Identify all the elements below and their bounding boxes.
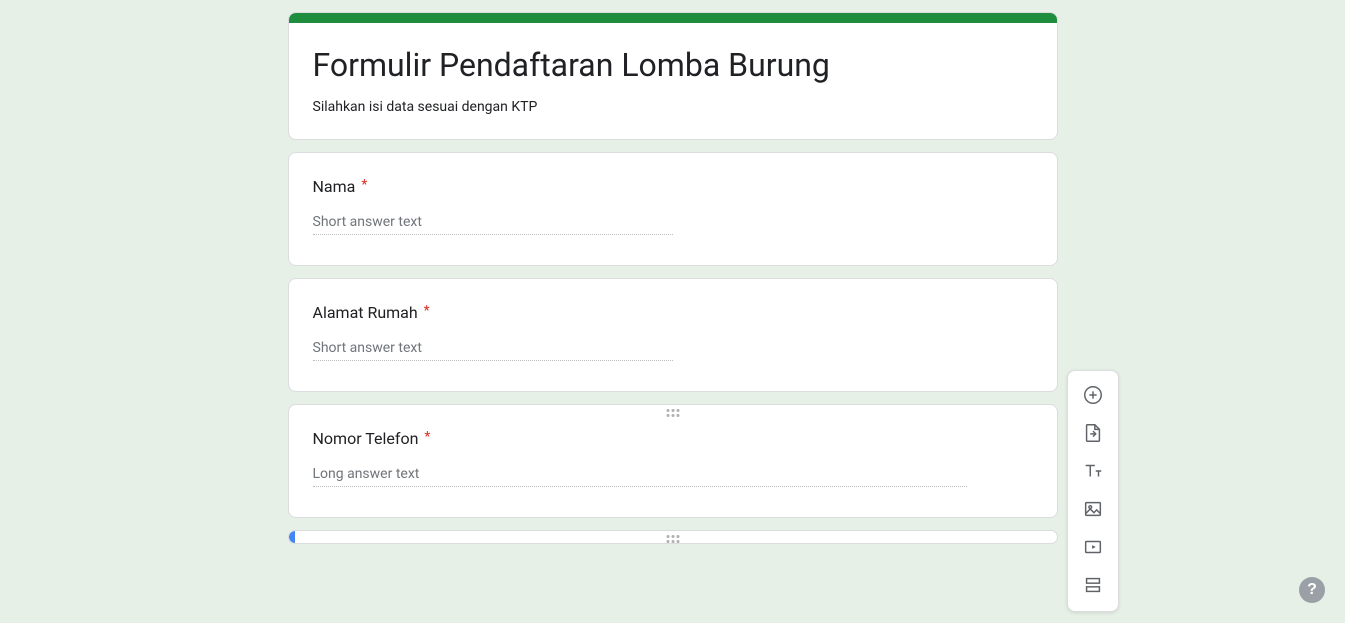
question-card-alamat[interactable]: Alamat Rumah * Short answer text: [288, 278, 1058, 392]
import-file-icon: [1082, 422, 1104, 447]
drag-handle-icon[interactable]: [666, 535, 679, 543]
active-card-indicator: [289, 531, 295, 543]
video-icon: [1082, 536, 1104, 561]
question-label: Alamat Rumah: [313, 303, 418, 322]
required-star: *: [424, 429, 430, 445]
question-toolbar: [1067, 370, 1119, 612]
text-title-icon: [1082, 460, 1104, 485]
required-star: *: [424, 303, 430, 319]
add-section-button[interactable]: [1073, 567, 1113, 605]
add-title-button[interactable]: [1073, 453, 1113, 491]
form-title[interactable]: Formulir Pendaftaran Lomba Burung: [313, 45, 1033, 85]
form-container: Formulir Pendaftaran Lomba Burung Silahk…: [288, 0, 1058, 544]
help-icon: ?: [1307, 581, 1317, 599]
accent-bar: [289, 13, 1057, 23]
form-header-card[interactable]: Formulir Pendaftaran Lomba Burung Silahk…: [288, 12, 1058, 140]
add-image-button[interactable]: [1073, 491, 1113, 529]
question-card-nama[interactable]: Nama * Short answer text: [288, 152, 1058, 266]
plus-circle-icon: [1082, 384, 1104, 409]
short-answer-placeholder: Short answer text: [313, 340, 673, 361]
import-questions-button[interactable]: [1073, 415, 1113, 453]
form-description[interactable]: Silahkan isi data sesuai dengan KTP: [313, 99, 1033, 115]
question-label: Nomor Telefon: [313, 429, 419, 448]
help-button[interactable]: ?: [1299, 577, 1325, 603]
question-label: Nama: [313, 177, 356, 196]
short-answer-placeholder: Short answer text: [313, 214, 673, 235]
drag-handle-icon[interactable]: [666, 409, 679, 417]
next-card-peek[interactable]: [288, 530, 1058, 544]
add-question-button[interactable]: [1073, 377, 1113, 415]
section-icon: [1082, 574, 1104, 599]
question-card-telefon[interactable]: Nomor Telefon * Long answer text: [288, 404, 1058, 518]
image-icon: [1082, 498, 1104, 523]
required-star: *: [361, 177, 367, 193]
add-video-button[interactable]: [1073, 529, 1113, 567]
long-answer-placeholder: Long answer text: [313, 466, 967, 487]
